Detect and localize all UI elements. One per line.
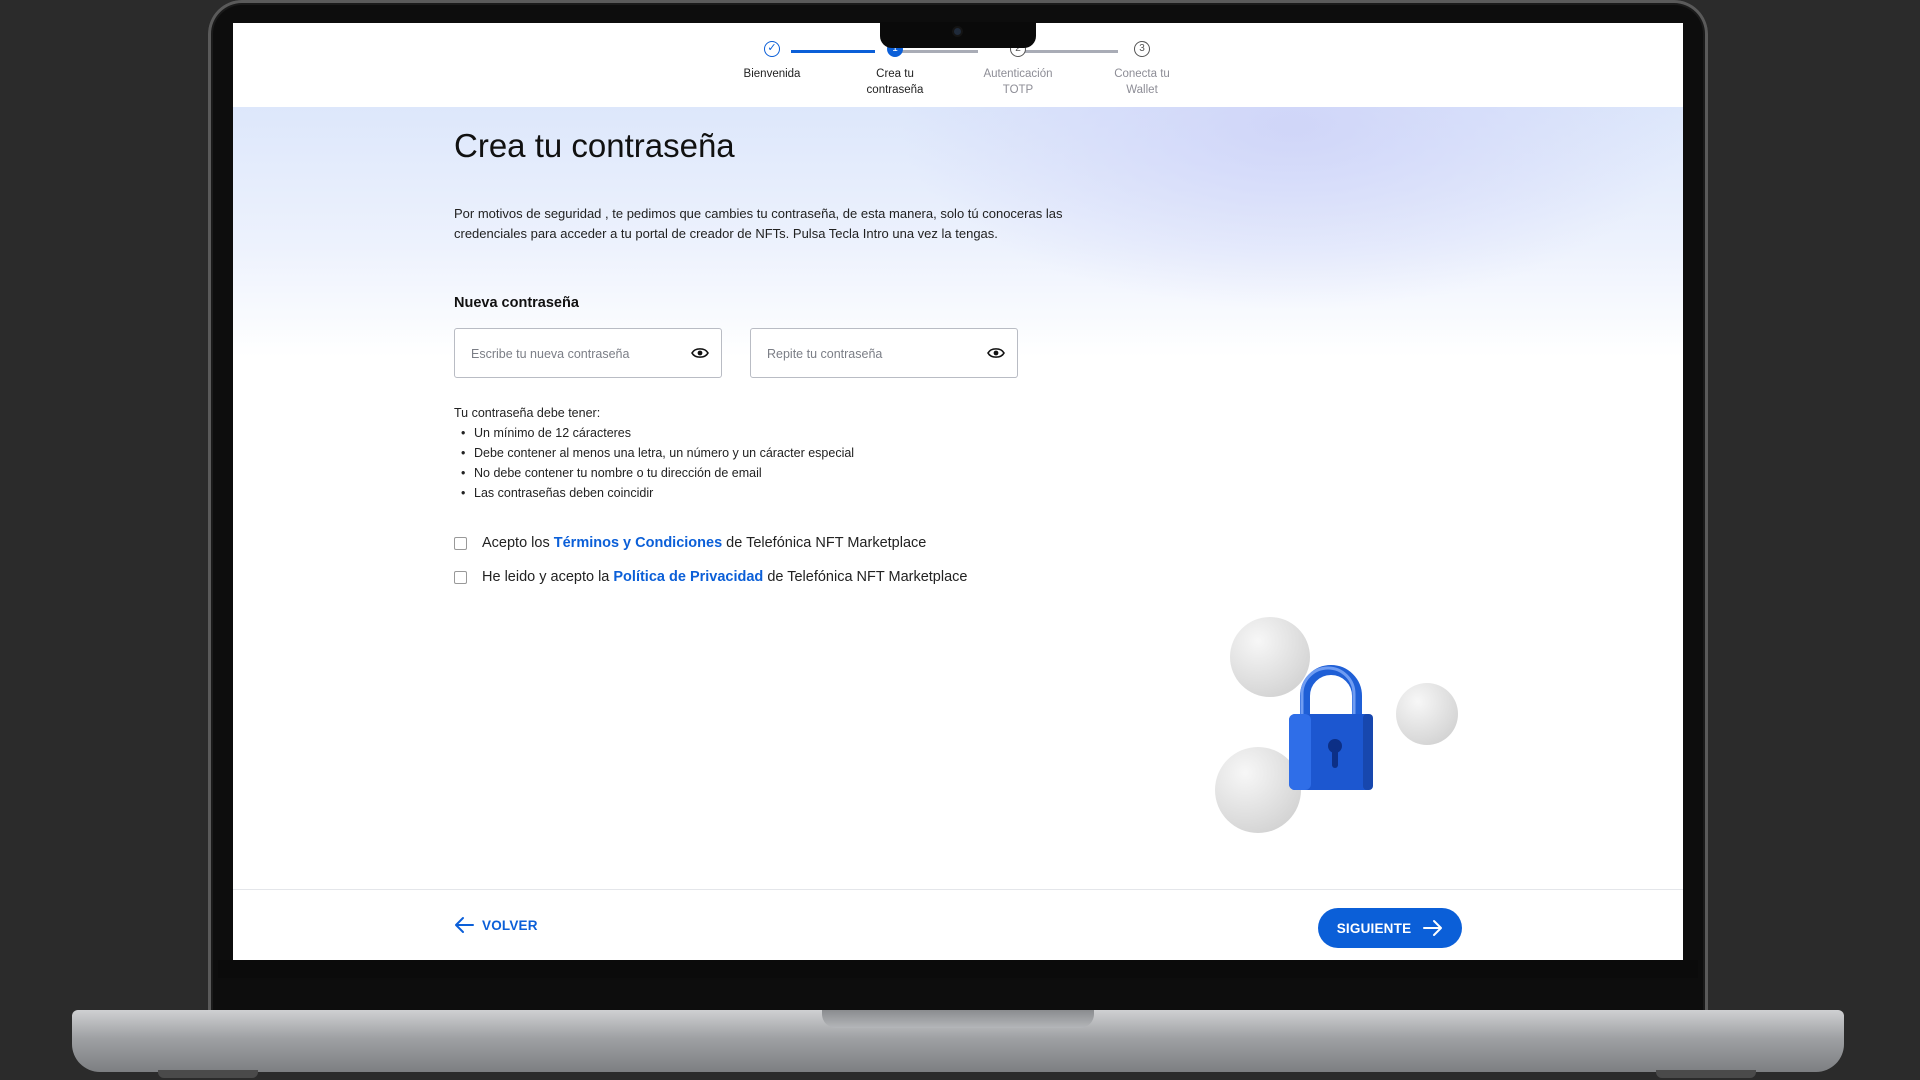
step-bienvenida[interactable]: ✓ Bienvenida	[712, 41, 832, 82]
footer-bar: VOLVER SIGUIENTE	[233, 889, 1683, 960]
screen-bezel	[218, 960, 1698, 978]
sphere-decoration	[1396, 683, 1458, 745]
step-label: Conecta tu Wallet	[1114, 68, 1170, 96]
step-label: Bienvenida	[743, 68, 801, 80]
laptop-foot	[1656, 1070, 1756, 1078]
privacy-checkbox[interactable]	[454, 570, 467, 584]
padlock-icon	[1289, 665, 1373, 790]
step-crea-contrasena[interactable]: 1 Crea tu contraseña	[835, 41, 955, 98]
requirement-item: Un mínimo de 12 cáracteres	[461, 423, 854, 443]
arrow-left-icon	[455, 917, 474, 933]
laptop-base	[72, 1010, 1844, 1072]
arrow-right-icon	[1423, 920, 1443, 936]
page-description: Por motivos de seguridad , te pedimos qu…	[454, 206, 1063, 241]
trackpad-notch	[822, 1010, 1094, 1028]
eye-icon[interactable]	[691, 346, 709, 360]
terms-checkbox[interactable]	[454, 536, 467, 550]
requirement-item: No debe contener tu nombre o tu direcció…	[461, 463, 854, 483]
privacy-suffix: de Telefónica NFT Marketplace	[763, 569, 968, 585]
step-conecta-wallet[interactable]: 3 Conecta tu Wallet	[1082, 41, 1202, 98]
step-autenticacion-totp[interactable]: 2 Autenticación TOTP	[958, 41, 1078, 98]
privacy-consent: He leido y acepto la Política de Privaci…	[454, 569, 967, 585]
requirements-intro: Tu contraseña debe tener:	[454, 406, 601, 420]
new-password-field[interactable]	[454, 328, 722, 378]
next-button[interactable]: SIGUIENTE	[1318, 908, 1462, 948]
requirement-item: Las contraseñas deben coincidir	[461, 483, 854, 503]
check-icon: ✓	[764, 41, 780, 57]
page-title: Crea tu contraseña	[454, 127, 735, 164]
eye-icon[interactable]	[987, 346, 1005, 360]
terms-prefix: Acepto los	[482, 535, 554, 551]
password-requirements: Tu contraseña debe tener: Un mínimo de 1…	[454, 403, 854, 503]
terms-link[interactable]: Términos y Condiciones	[554, 535, 722, 551]
app-window: ✓ Bienvenida 1 Crea tu contraseña 2 Aute…	[233, 23, 1683, 960]
main-content: Crea tu contraseña Por motivos de seguri…	[233, 107, 1683, 889]
camera-icon	[954, 28, 961, 35]
privacy-prefix: He leido y acepto la	[482, 569, 614, 585]
password-field-label: Nueva contraseña	[454, 295, 579, 311]
new-password-input[interactable]	[469, 343, 673, 365]
camera-notch	[880, 22, 1036, 48]
privacy-link[interactable]: Política de Privacidad	[613, 569, 763, 585]
step-label: Autenticación TOTP	[983, 68, 1053, 96]
step-number: 3	[1134, 41, 1150, 57]
step-label: Crea tu contraseña	[866, 68, 924, 96]
terms-suffix: de Telefónica NFT Marketplace	[722, 535, 927, 551]
requirement-item: Debe contener al menos una letra, un núm…	[461, 443, 854, 463]
next-button-label: SIGUIENTE	[1336, 920, 1412, 936]
padlock-illustration	[1213, 607, 1458, 837]
requirements-list: Un mínimo de 12 cáracteres Debe contener…	[454, 423, 854, 503]
laptop-foot	[158, 1070, 258, 1078]
repeat-password-field[interactable]	[750, 328, 1018, 378]
back-button[interactable]: VOLVER	[454, 916, 538, 934]
repeat-password-input[interactable]	[765, 343, 969, 365]
terms-consent: Acepto los Términos y Condiciones de Tel…	[454, 535, 926, 551]
back-button-label: VOLVER	[482, 917, 538, 933]
